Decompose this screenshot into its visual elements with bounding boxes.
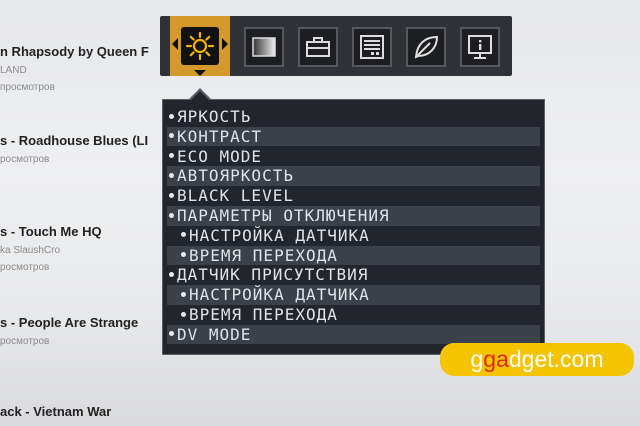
osd-tab-bar xyxy=(160,16,512,76)
watermark-text-2: ga xyxy=(483,346,509,372)
monitor-info-icon xyxy=(468,35,492,59)
menu-item[interactable]: ECO MODE xyxy=(167,147,540,167)
gradient-icon xyxy=(252,37,276,57)
menu-item-label: НАСТРОЙКА ДАТЧИКА xyxy=(189,285,370,305)
menu-item[interactable]: АВТОЯРКОСТЬ xyxy=(167,166,540,186)
menu-item-label: ПАРАМЕТРЫ ОТКЛЮЧЕНИЯ xyxy=(177,206,390,225)
arrow-right-icon[interactable] xyxy=(222,38,228,50)
color-tab[interactable] xyxy=(244,27,284,67)
menu-item[interactable]: BLACK LEVEL xyxy=(167,186,540,206)
menu-item-label: ECO MODE xyxy=(177,146,263,166)
bullet-icon xyxy=(169,331,174,337)
osd-submenu: ЯРКОСТЬ КОНТРАСТ ECO MODE АВТОЯРКОСТЬ BLACK … xyxy=(162,99,545,355)
background-item-subtitle: LAND xyxy=(0,65,27,76)
menu-item-label: DV MODE xyxy=(177,324,252,344)
background-item-title[interactable]: n Rhapsody by Queen F xyxy=(0,44,149,59)
leaf-icon xyxy=(414,35,439,59)
menu-item-label: НАСТРОЙКА ДАТЧИКА xyxy=(189,225,370,245)
background-list-item[interactable]: n Rhapsody by Queen F LAND просмотров xyxy=(0,44,149,93)
menu-item-label: ДАТЧИК ПРИСУТСТВИЯ xyxy=(177,265,369,285)
info-tab[interactable] xyxy=(460,27,500,67)
background-item-title[interactable]: s - Roadhouse Blues (LI xyxy=(0,133,148,148)
menu-item[interactable]: ВРЕМЯ ПЕРЕХОДА xyxy=(167,245,540,266)
menu-item[interactable]: НАСТРОЙКА ДАТЧИКА xyxy=(167,285,540,305)
bullet-icon xyxy=(181,291,186,297)
background-item-subtitle: ka SlaushCro xyxy=(0,245,61,256)
background-item-subtitle: росмотров xyxy=(0,336,50,347)
bullet-icon xyxy=(169,153,174,159)
background-item-title[interactable]: s - Touch Me HQ xyxy=(0,224,102,239)
background-list-item[interactable]: s - Touch Me HQ ka SlaushCro росмотров xyxy=(0,224,102,273)
bullet-icon xyxy=(181,232,186,238)
input-tab[interactable] xyxy=(352,27,392,67)
menu-item[interactable]: ПАРАМЕТРЫ ОТКЛЮЧЕНИЯ xyxy=(167,206,540,226)
bullet-icon xyxy=(169,113,174,119)
menu-item[interactable]: КОНТРАСТ xyxy=(167,126,540,147)
bullet-icon xyxy=(169,172,174,178)
background-list-item[interactable]: s - Roadhouse Blues (LI росмотров xyxy=(0,133,148,165)
menu-item-label: ЯРКОСТЬ xyxy=(177,107,252,126)
menu-item-label: КОНТРАСТ xyxy=(177,126,263,146)
arrow-left-icon[interactable] xyxy=(172,38,178,50)
background-item-subtitle: просмотров xyxy=(0,82,55,93)
bullet-icon xyxy=(169,271,174,277)
menu-item[interactable]: ДАТЧИК ПРИСУТСТВИЯ xyxy=(167,265,540,285)
background-item-subtitle: росмотров xyxy=(0,262,50,273)
arrow-down-icon xyxy=(194,70,206,76)
menu-item-label: АВТОЯРКОСТЬ xyxy=(177,166,294,186)
menu-item[interactable]: ВРЕМЯ ПЕРЕХОДА xyxy=(167,305,540,325)
eco-tab[interactable] xyxy=(406,27,446,67)
menu-pointer-inner xyxy=(190,91,210,101)
menu-item-label: ВРЕМЯ ПЕРЕХОДА xyxy=(189,305,338,324)
background-list-item[interactable]: ack - Vietnam War xyxy=(0,404,111,419)
watermark-logo: g ga dget.com xyxy=(440,343,634,376)
menu-item-label: ВРЕМЯ ПЕРЕХОДА xyxy=(189,245,338,265)
picture-brightness-tab[interactable] xyxy=(170,16,230,76)
bullet-icon xyxy=(169,133,174,139)
watermark-text-1: g xyxy=(470,346,484,372)
bullet-icon xyxy=(169,192,174,198)
bullet-icon xyxy=(181,311,186,317)
menu-item-label: BLACK LEVEL xyxy=(177,186,294,206)
menu-item[interactable]: DV MODE xyxy=(167,324,540,345)
menu-item[interactable]: НАСТРОЙКА ДАТЧИКА xyxy=(167,226,540,246)
menu-item[interactable]: ЯРКОСТЬ xyxy=(167,107,540,127)
background-item-title[interactable]: s - People Are Strange xyxy=(0,315,138,330)
bullet-icon xyxy=(181,252,186,258)
toolbox-tab[interactable] xyxy=(298,27,338,67)
background-item-title[interactable]: ack - Vietnam War xyxy=(0,404,111,419)
bullet-icon xyxy=(169,212,174,218)
background-list-item[interactable]: s - People Are Strange росмотров xyxy=(0,315,138,347)
background-item-subtitle: росмотров xyxy=(0,154,50,165)
list-panel-icon xyxy=(360,35,384,59)
watermark-text-3: dget.com xyxy=(508,346,604,372)
sun-icon xyxy=(181,27,219,65)
toolbox-icon xyxy=(306,37,330,57)
